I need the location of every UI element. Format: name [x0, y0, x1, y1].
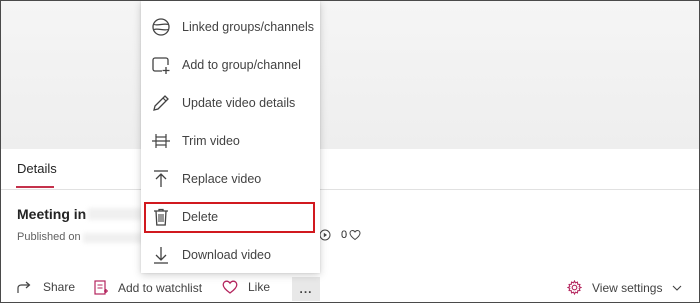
share-icon [17, 280, 33, 294]
pencil-icon [151, 93, 171, 113]
share-button[interactable]: Share [17, 280, 75, 294]
video-title: Meeting in [17, 206, 87, 222]
chevron-down-icon [672, 285, 682, 291]
gear-icon [567, 280, 582, 295]
download-icon [151, 245, 171, 265]
heart-count-icon [349, 229, 361, 241]
menu-item-add-to-group[interactable]: Add to group/channel [141, 47, 320, 83]
menu-item-replace-video[interactable]: Replace video [141, 161, 320, 197]
heart-icon [222, 280, 238, 294]
view-settings-button[interactable]: View settings [567, 280, 682, 295]
menu-item-label: Add to group/channel [182, 58, 301, 72]
tab-details-underline [16, 186, 54, 188]
video-stats: 0 0 [319, 229, 361, 241]
delete-highlight-box [144, 202, 315, 233]
globe-icon [151, 17, 171, 37]
like-count: 0 [341, 229, 348, 241]
video-area-background [1, 1, 699, 151]
upload-arrow-icon [151, 169, 171, 189]
watchlist-label: Add to watchlist [118, 281, 203, 295]
like-button[interactable]: Like [222, 280, 270, 294]
menu-item-trim-video[interactable]: Trim video [141, 123, 320, 159]
menu-item-update-details[interactable]: Update video details [141, 85, 320, 121]
like-label: Like [248, 280, 271, 294]
more-options-label: ... [299, 282, 313, 296]
add-to-group-icon [151, 55, 171, 75]
play-count-icon [319, 229, 331, 241]
more-options-button[interactable]: ... [292, 277, 320, 301]
published-redacted [83, 233, 143, 243]
menu-item-label: Linked groups/channels [182, 20, 315, 34]
menu-item-linked-groups[interactable]: Linked groups/channels [141, 9, 320, 45]
action-bar: Share Add to watchlist Like ... View set… [1, 271, 699, 302]
share-label: Share [43, 280, 76, 294]
trim-icon [151, 131, 171, 151]
title-redacted [88, 208, 148, 220]
app-frame: Details Meeting in Published on 0 0 Shar… [0, 0, 700, 303]
published-info: Published on [17, 231, 81, 243]
add-to-watchlist-button[interactable]: Add to watchlist [94, 280, 202, 296]
view-settings-label: View settings [592, 280, 663, 295]
menu-item-label: Update video details [182, 96, 296, 110]
menu-item-label: Download video [182, 248, 271, 262]
video-area-overlay [1, 1, 699, 151]
panel-divider [1, 189, 699, 190]
menu-item-label: Trim video [182, 134, 240, 148]
menu-item-download-video[interactable]: Download video [141, 237, 320, 273]
tab-details[interactable]: Details [17, 161, 57, 176]
menu-item-label: Replace video [182, 172, 262, 186]
watchlist-icon [94, 280, 108, 296]
